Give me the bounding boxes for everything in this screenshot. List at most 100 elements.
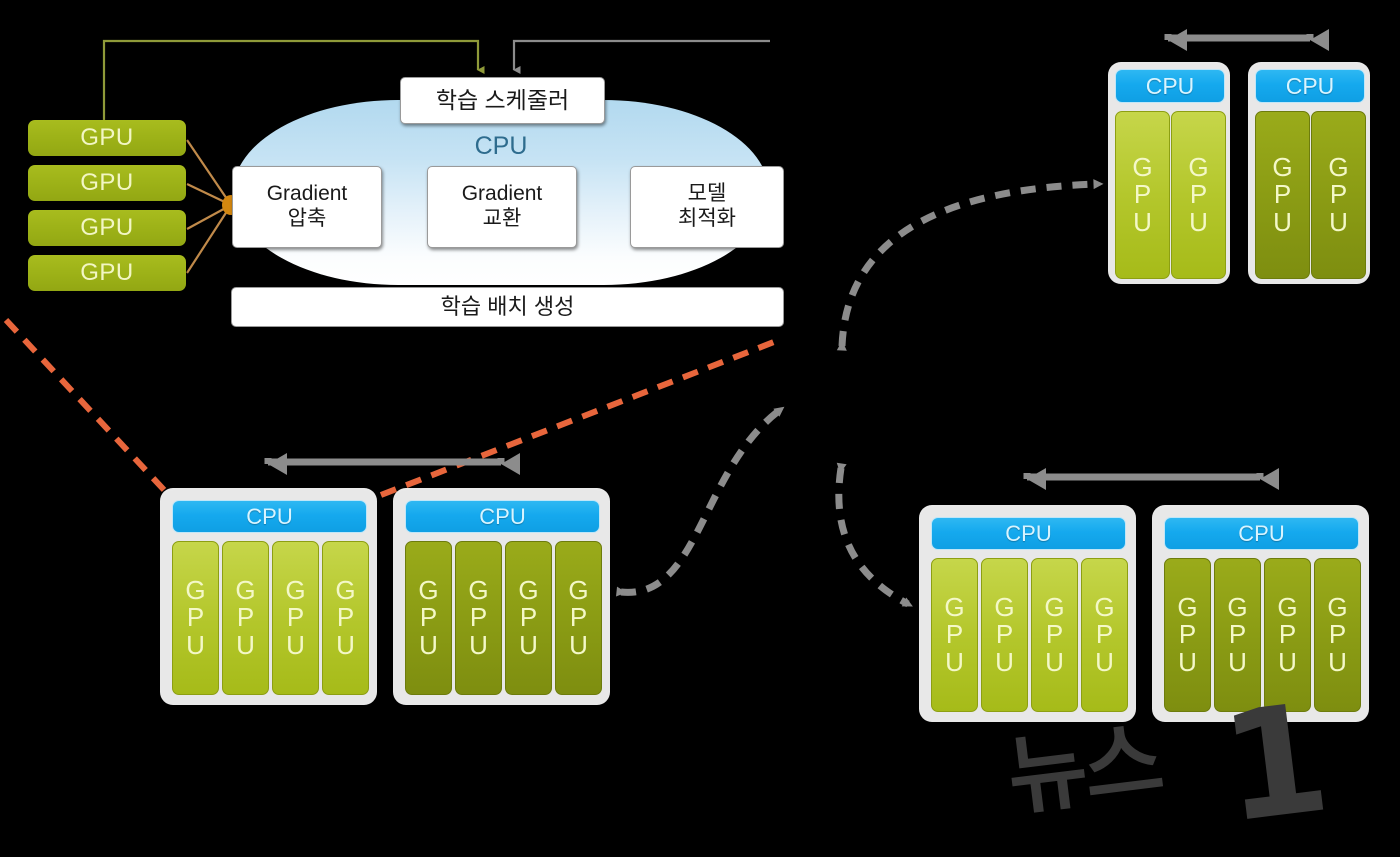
gpu-chip-letter: P <box>1278 619 1297 650</box>
gradient-exchange-box[interactable]: Gradient 교환 <box>427 166 577 248</box>
gpu-chip-letter: G <box>994 592 1015 623</box>
orange-dashed-lines <box>3 317 781 498</box>
gpu-chip-letter: U <box>1228 646 1247 677</box>
node-bl-2[interactable]: CPU G P U G P U G P U G P U <box>393 488 610 705</box>
gpu-chip-letter: U <box>1278 646 1297 677</box>
gpu-chip-letter: U <box>1329 206 1348 237</box>
gpu-chip[interactable]: GPU <box>1255 111 1310 279</box>
gpu-chip-letter: G <box>1177 592 1198 623</box>
node-tr-1[interactable]: CPU G P U G P U <box>1108 62 1230 284</box>
gpu-chip[interactable]: GPU <box>981 558 1028 712</box>
gpu-chip-letter: P <box>1328 619 1347 650</box>
gpu-chip[interactable]: GPU <box>1311 111 1366 279</box>
gpu-chip[interactable]: GPU <box>1314 558 1361 712</box>
cluster-bridge-bottom-left <box>264 453 520 475</box>
gpu-chip-letter: P <box>1189 179 1208 210</box>
gpu-chip-letter: P <box>1329 179 1348 210</box>
gpu-chip-letter: P <box>419 602 438 633</box>
gpu-stack-item[interactable]: GPU <box>28 255 186 291</box>
gpu-chip-letter: P <box>1228 619 1247 650</box>
gpu-chip-letter: P <box>286 602 305 633</box>
dashed-link-right-vertical <box>835 462 913 608</box>
gradient-exchange-line1: Gradient <box>461 182 543 206</box>
gpu-chip-letter: G <box>518 575 539 606</box>
gpu-chip-letter: U <box>236 629 255 660</box>
gpu-chip[interactable]: GPU <box>405 541 452 695</box>
gpu-chip[interactable]: GPU <box>1171 111 1226 279</box>
model-optimization-line1: 모델 <box>687 182 727 206</box>
gpu-chip-letter: G <box>335 575 356 606</box>
gpu-chip[interactable]: GPU <box>322 541 369 695</box>
gpu-chip-letter: U <box>1328 646 1347 677</box>
gpu-chip-letter: P <box>519 602 538 633</box>
gpu-chip[interactable]: GPU <box>455 541 502 695</box>
gradient-exchange-line2: 교환 <box>482 207 522 230</box>
gpu-chip-letter: G <box>1132 152 1153 183</box>
gpu-stack-item[interactable]: GPU <box>28 120 186 156</box>
gpu-chip-letter: P <box>186 602 205 633</box>
gpu-chip[interactable]: GPU <box>222 541 269 695</box>
cpu-chip[interactable]: CPU <box>1164 517 1359 550</box>
cpu-chip[interactable]: CPU <box>172 500 367 533</box>
gpu-chip-letter: G <box>468 575 489 606</box>
gpu-chip-letter: P <box>1178 619 1197 650</box>
gpu-chip-letter: P <box>995 619 1014 650</box>
dashed-link-center-to-topright <box>836 179 1104 351</box>
gpu-chip-letter: P <box>569 602 588 633</box>
gradient-compression-box[interactable]: Gradient 압축 <box>232 166 382 248</box>
gpu-chip[interactable]: GPU <box>931 558 978 712</box>
gpu-chip-letter: U <box>419 629 438 660</box>
gpu-chip-letter: G <box>944 592 965 623</box>
gpu-chip-letter: G <box>185 575 206 606</box>
cpu-chip[interactable]: CPU <box>1255 69 1365 103</box>
gpu-chip-letter: U <box>286 629 305 660</box>
gpu-chip-letter: U <box>1273 206 1292 237</box>
cluster-bridge-bottom-right <box>1023 468 1279 490</box>
gpu-stack-item[interactable]: GPU <box>28 210 186 246</box>
gpu-chip-letter: G <box>418 575 439 606</box>
gpu-chip-letter: P <box>236 602 255 633</box>
training-scheduler-box[interactable]: 학습 스케줄러 <box>400 77 605 124</box>
node-tr-2[interactable]: CPU G P U G P U <box>1248 62 1370 284</box>
gpu-chip-letter: P <box>336 602 355 633</box>
cpu-chip[interactable]: CPU <box>1115 69 1225 103</box>
gpu-chip[interactable]: GPU <box>172 541 219 695</box>
model-optimization-box[interactable]: 모델 최적화 <box>630 166 784 248</box>
gpu-chip-letter: P <box>1095 619 1114 650</box>
gpu-chip-letter: U <box>336 629 355 660</box>
dashed-link-s-curve <box>616 406 785 597</box>
gpu-chip[interactable]: GPU <box>1031 558 1078 712</box>
gpu-chip-letter: U <box>945 646 964 677</box>
cpu-chip[interactable]: CPU <box>931 517 1126 550</box>
gpu-chip[interactable]: GPU <box>272 541 319 695</box>
gpu-chip[interactable]: GPU <box>1214 558 1261 712</box>
gpu-chip[interactable]: GPU <box>1115 111 1170 279</box>
gpu-chip-letter: G <box>1044 592 1065 623</box>
gpu-chip-letter: G <box>568 575 589 606</box>
gradient-compression-line1: Gradient <box>266 182 348 206</box>
gpu-chip-letter: P <box>1045 619 1064 650</box>
batch-generation-box[interactable]: 학습 배치 생성 <box>231 287 784 327</box>
cpu-chip[interactable]: CPU <box>405 500 600 533</box>
gpu-chip[interactable]: GPU <box>1164 558 1211 712</box>
gpu-chip[interactable]: GPU <box>505 541 552 695</box>
gpu-chip-letter: U <box>569 629 588 660</box>
gpu-chip[interactable]: GPU <box>1264 558 1311 712</box>
gpu-stack-item[interactable]: GPU <box>28 165 186 201</box>
gpu-chip-letter: U <box>1095 646 1114 677</box>
gpu-chip[interactable]: GPU <box>555 541 602 695</box>
gpu-chip-letter: P <box>945 619 964 650</box>
cpu-panel-label: CPU <box>474 132 528 160</box>
gpu-chip-letter: U <box>469 629 488 660</box>
node-br-2[interactable]: CPU G P U G P U G P U G P U <box>1152 505 1369 722</box>
gpu-chip-letter: P <box>1273 179 1292 210</box>
gpu-chip-letter: U <box>1189 206 1208 237</box>
gpu-chip-letter: G <box>1227 592 1248 623</box>
gpu-chip[interactable]: GPU <box>1081 558 1128 712</box>
gpu-chip-letter: G <box>1094 592 1115 623</box>
cluster-bridge-top-right <box>1164 29 1329 51</box>
gpu-chip-letter: U <box>1133 206 1152 237</box>
gpu-chip-letter: P <box>469 602 488 633</box>
node-bl-1[interactable]: CPU G P U G P U G P U G P U <box>160 488 377 705</box>
node-br-1[interactable]: CPU G P U G P U G P U G P U <box>919 505 1136 722</box>
